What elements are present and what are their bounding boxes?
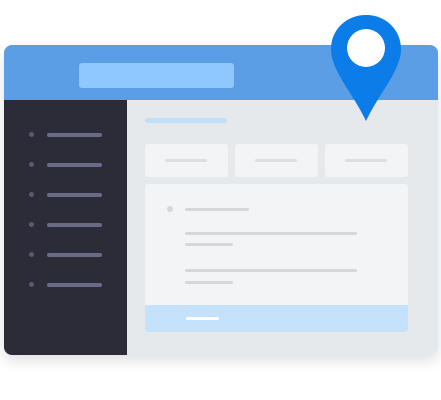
content-card xyxy=(145,184,408,332)
tab-3[interactable] xyxy=(325,144,408,177)
map-pin-icon xyxy=(331,15,401,121)
footer-label-placeholder xyxy=(186,317,219,320)
sidebar xyxy=(4,100,127,355)
sidebar-item-label-placeholder xyxy=(47,163,102,167)
sidebar-item-label-placeholder xyxy=(47,253,102,257)
search-input[interactable] xyxy=(79,63,234,88)
tab-label-placeholder xyxy=(165,159,207,162)
text-line-placeholder xyxy=(185,232,357,235)
bullet-icon xyxy=(29,252,34,257)
text-line-placeholder xyxy=(185,281,233,284)
sidebar-item-3[interactable] xyxy=(4,185,127,205)
tab-2[interactable] xyxy=(235,144,318,177)
bullet-icon xyxy=(29,222,34,227)
tab-1[interactable] xyxy=(145,144,228,177)
sidebar-item-1[interactable] xyxy=(4,125,127,145)
sidebar-item-2[interactable] xyxy=(4,155,127,175)
illustration-stage xyxy=(0,0,441,400)
search-box xyxy=(79,63,234,88)
sidebar-item-5[interactable] xyxy=(4,245,127,265)
tab-label-placeholder xyxy=(345,159,387,162)
text-line-placeholder xyxy=(185,269,357,272)
sidebar-item-4[interactable] xyxy=(4,215,127,235)
sidebar-item-label-placeholder xyxy=(47,193,102,197)
main-content xyxy=(127,100,438,355)
bullet-icon xyxy=(167,206,173,212)
text-line-placeholder xyxy=(185,243,233,246)
sidebar-item-label-placeholder xyxy=(47,223,102,227)
card-heading-placeholder xyxy=(185,208,249,211)
bullet-icon xyxy=(29,192,34,197)
bullet-icon xyxy=(29,282,34,287)
page-title-placeholder xyxy=(145,118,227,123)
tab-label-placeholder xyxy=(255,159,297,162)
bullet-icon xyxy=(29,162,34,167)
sidebar-item-label-placeholder xyxy=(47,133,102,137)
card-footer-button[interactable] xyxy=(145,305,408,332)
sidebar-item-6[interactable] xyxy=(4,275,127,295)
bullet-icon xyxy=(29,132,34,137)
sidebar-item-label-placeholder xyxy=(47,283,102,287)
